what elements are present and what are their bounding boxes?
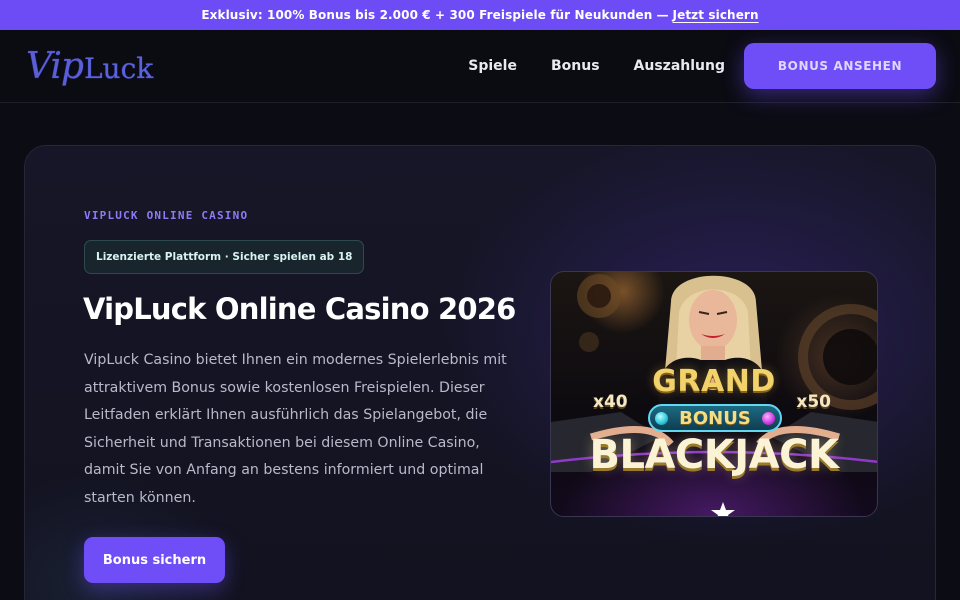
cyan-gem-icon [655,412,668,425]
bonus-sichern-button[interactable]: Bonus sichern [84,537,225,583]
hero-description: VipLuck Casino bietet Ihnen ein modernes… [84,352,507,506]
logo-luck: Luck [83,51,154,85]
promo-separator: — [656,8,669,22]
license-badge: Lizenzierte Plattform · Sicher spielen a… [84,240,365,274]
nav-item-bonus[interactable]: Bonus [551,58,600,74]
promo-text: Exklusiv: 100% Bonus bis 2.000 € + 300 F… [201,8,653,22]
game-title-grand: GRAND [652,364,776,399]
hero-card: VIPLUCK ONLINE CASINO Lizenzierte Plattf… [24,145,936,600]
site-logo[interactable]: Vip Luck [26,46,153,87]
bonus-ansehen-button[interactable]: BONUS ANSEHEN [744,43,936,89]
promo-bar: Exklusiv: 100% Bonus bis 2.000 € + 300 F… [0,0,960,30]
nav-item-spiele[interactable]: Spiele [468,58,517,74]
hero-eyebrow: VIPLUCK ONLINE CASINO [84,209,249,222]
game-title-bonus: BONUS [679,407,751,429]
main-nav: Spiele Bonus Auszahlung [468,58,725,74]
nav-item-auszahlung[interactable]: Auszahlung [634,58,725,74]
magenta-gem-icon [762,412,775,425]
logo-vip: Vip [26,45,84,87]
promo-link[interactable]: Jetzt sichern [673,8,759,22]
game-title-blackjack: BLACKJACK [589,432,839,478]
game-promo-image[interactable]: x40 x50 GRAND BONUS BLACKJACK [550,271,878,517]
page-title: VipLuck Online Casino 2026 [83,292,516,326]
site-header: Vip Luck Spiele Bonus Auszahlung BONUS AN… [0,30,960,103]
game-bonus-pill: BONUS [648,404,782,432]
